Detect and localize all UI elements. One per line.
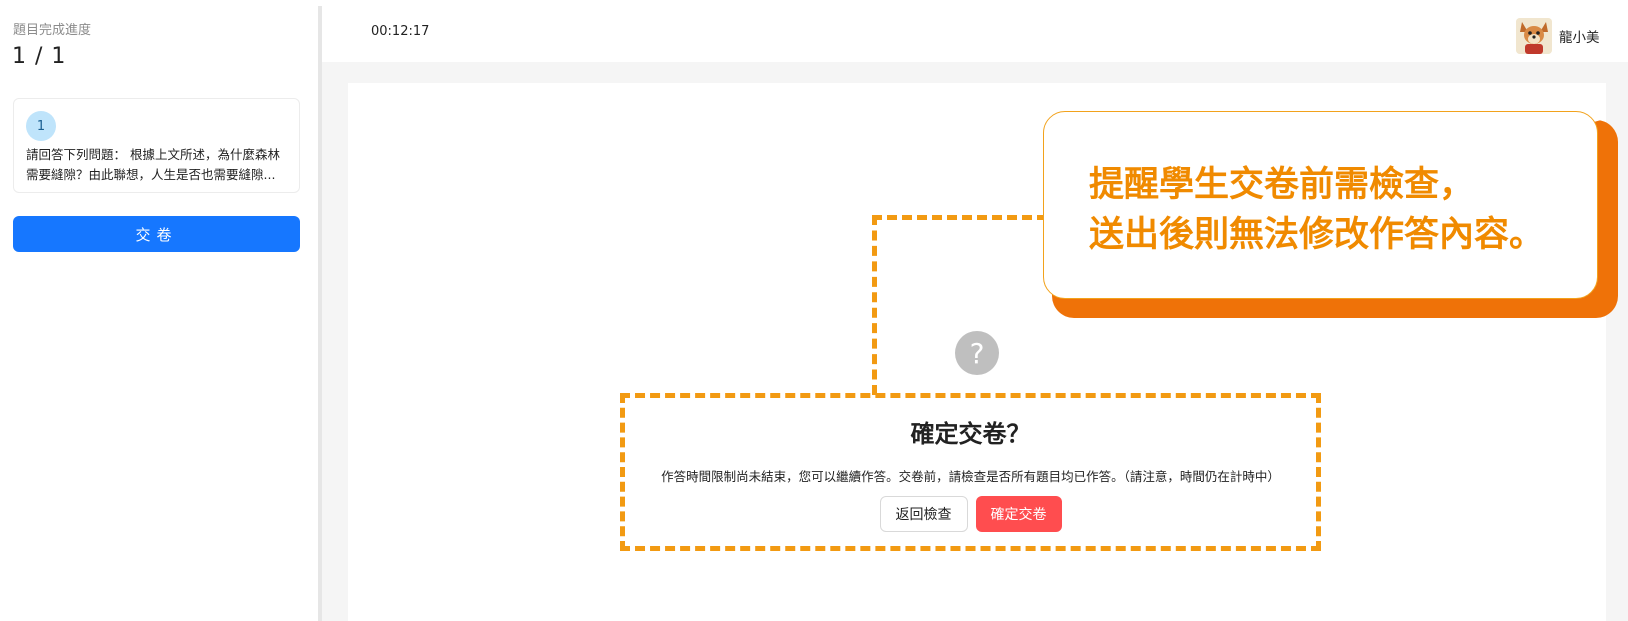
header-bar: 00:12:17 龍小美 xyxy=(322,0,1628,62)
dialog-title: 確定交卷？ xyxy=(910,420,1031,448)
question-number-badge: 1 xyxy=(26,111,56,141)
dialog-actions: 返回檢查 確定交卷 xyxy=(625,496,1316,532)
exam-timer: 00:12:17 xyxy=(371,24,430,39)
annotation-dashed-connector xyxy=(872,215,877,395)
confirm-dialog-highlight: 確定交卷？ 作答時間限制尚未結束，您可以繼續作答。交卷前，請檢查是否所有題目均已… xyxy=(620,393,1321,551)
question-circle-icon: ? xyxy=(955,331,999,375)
callout-line-1: 提醒學生交卷前需檢查， xyxy=(1089,165,1475,205)
confirm-submit-button[interactable]: 確定交卷 xyxy=(975,496,1062,532)
avatar[interactable] xyxy=(1516,18,1552,54)
dialog-description: 作答時間限制尚未結束，您可以繼續作答。交卷前，請檢查是否所有題目均已作答。（請注… xyxy=(661,469,1280,484)
callout-line-2: 送出後則無法修改作答內容。 xyxy=(1089,215,1545,255)
callout-text: 提醒學生交卷前需檢查， 送出後則無法修改作答內容。 xyxy=(1089,160,1544,260)
annotation-callout: 提醒學生交卷前需檢查， 送出後則無法修改作答內容。 xyxy=(1043,111,1598,299)
annotation-dashed-connector-top xyxy=(872,215,1047,220)
back-to-check-button[interactable]: 返回檢查 xyxy=(879,496,968,532)
question-text: 請回答下列問題： 根據上文所述，為什麼森林需要縫隙？由此聯想，人生是否也需要縫隙… xyxy=(26,147,280,182)
progress-label: 題目完成進度 xyxy=(13,23,92,38)
submit-exam-button[interactable]: 交卷 xyxy=(13,216,300,252)
sidebar: 題目完成進度 1 / 1 1 請回答下列問題： 根據上文所述，為什麼森林需要縫隙… xyxy=(0,0,318,621)
dog-avatar-icon xyxy=(1516,18,1552,54)
username[interactable]: 龍小美 xyxy=(1559,26,1600,46)
progress-value: 1 / 1 xyxy=(12,44,67,69)
question-card[interactable]: 1 請回答下列問題： 根據上文所述，為什麼森林需要縫隙？由此聯想，人生是否也需要… xyxy=(13,98,300,193)
